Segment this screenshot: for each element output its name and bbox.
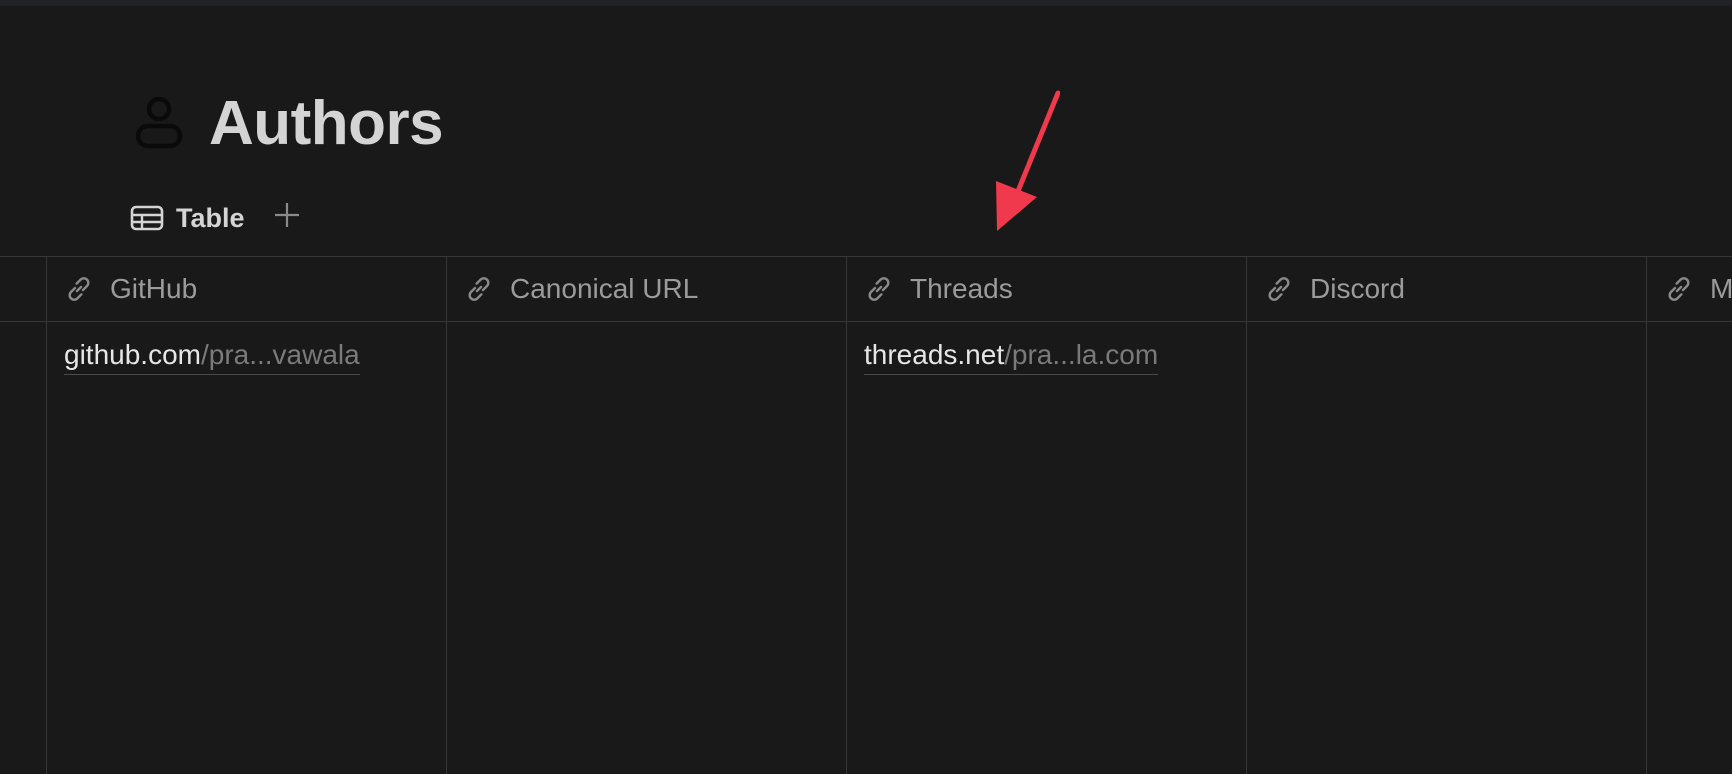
column-header-threads[interactable]: Threads	[864, 257, 1234, 321]
table-header-border	[0, 321, 1732, 322]
column-divider[interactable]	[446, 256, 447, 774]
page-title[interactable]: Authors	[209, 88, 444, 160]
column-label: Discord	[1310, 273, 1405, 304]
link-icon	[1268, 277, 1290, 301]
annotation-arrow-icon	[996, 90, 1060, 231]
github-link-cell[interactable]: github.com/pra...vawala	[64, 336, 360, 375]
window-top-bar	[0, 0, 1732, 6]
column-header-discord[interactable]: Discord	[1264, 257, 1634, 321]
column-label: GitHub	[110, 273, 198, 304]
column-label: M	[1710, 273, 1732, 304]
table-icon	[130, 205, 164, 231]
column-label: Threads	[910, 273, 1013, 304]
link-path: /pra...la.com	[1004, 339, 1159, 370]
plus-icon[interactable]	[272, 200, 302, 230]
link-icon	[68, 277, 90, 301]
link-domain: github.com	[64, 339, 201, 370]
link-domain: threads.net	[864, 339, 1005, 370]
column-header-partial[interactable]: M	[1664, 257, 1732, 321]
person-icon[interactable]	[134, 95, 184, 151]
column-header-github[interactable]: GitHub	[64, 257, 434, 321]
column-label: Canonical URL	[510, 273, 699, 304]
column-divider[interactable]	[46, 256, 47, 774]
column-divider[interactable]	[1646, 256, 1647, 774]
link-icon	[1668, 277, 1690, 301]
column-header-canonical-url[interactable]: Canonical URL	[464, 257, 834, 321]
link-icon	[468, 277, 490, 301]
link-icon	[868, 277, 890, 301]
link-path: /pra...vawala	[200, 339, 360, 370]
view-tab-table[interactable]: Table	[130, 198, 245, 238]
threads-link-cell[interactable]: threads.net/pra...la.com	[864, 336, 1159, 375]
column-divider[interactable]	[846, 256, 847, 774]
column-divider[interactable]	[1246, 256, 1247, 774]
notion-database-page: Authors Table GitHub Canonical URL Threa…	[0, 0, 1732, 774]
view-tab-label: Table	[176, 202, 245, 233]
